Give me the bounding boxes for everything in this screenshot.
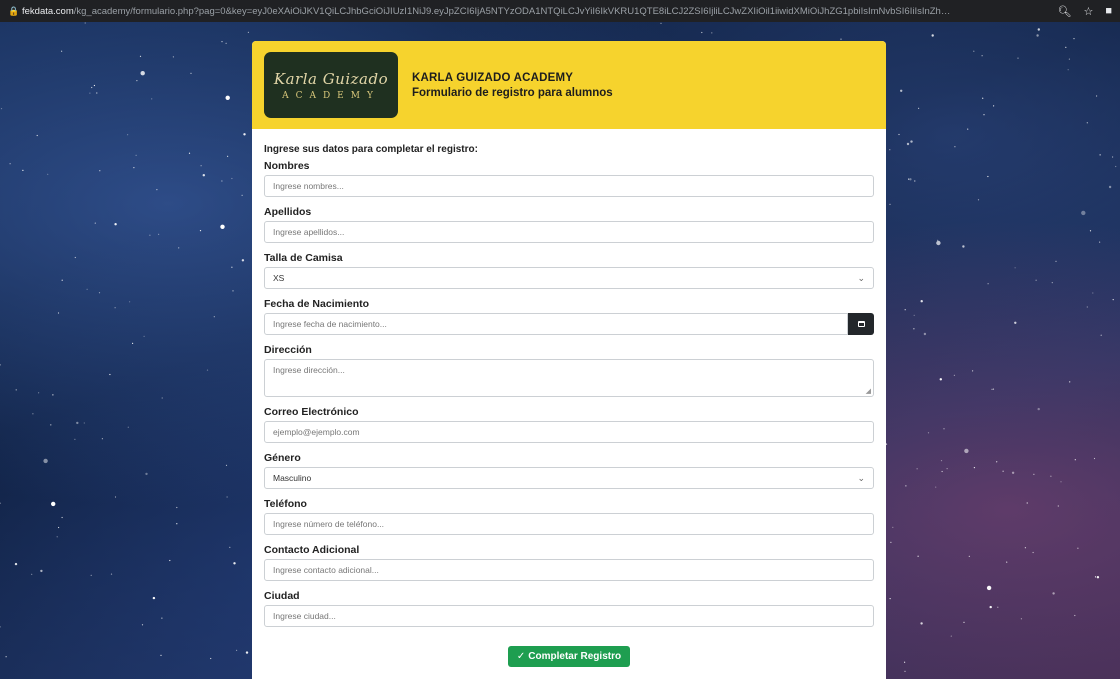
registration-form: Ingrese sus datos para completar el regi… <box>252 129 886 667</box>
direccion-placeholder: Ingrese dirección... <box>273 365 345 375</box>
telefono-input[interactable]: Ingrese número de teléfono... <box>264 513 874 535</box>
field-contacto: Contacto Adicional Ingrese contacto adic… <box>264 544 874 581</box>
fecha-input[interactable]: Ingrese fecha de nacimiento... <box>264 313 848 335</box>
telefono-label: Teléfono <box>264 498 307 510</box>
field-fecha: Fecha de Nacimiento Ingrese fecha de nac… <box>264 298 874 335</box>
academy-logo: Karla Guizado ACADEMY <box>264 52 398 118</box>
chevron-down-icon: ⌄ <box>857 272 865 283</box>
talla-selected-value: XS <box>273 273 285 283</box>
talla-label: Talla de Camisa <box>264 252 343 264</box>
nombres-input[interactable]: Ingrese nombres... <box>264 175 874 197</box>
field-apellidos: Apellidos Ingrese apellidos... <box>264 206 874 243</box>
academy-title: KARLA GUIZADO ACADEMY <box>412 71 574 84</box>
calendar-icon <box>857 321 865 327</box>
direccion-textarea[interactable]: Ingrese dirección... ◢ <box>264 359 874 397</box>
form-intro: Ingrese sus datos para completar el regi… <box>264 144 478 155</box>
field-genero: Género Masculino ⌄ <box>264 452 874 489</box>
field-correo: Correo Electrónico ejemplo@ejemplo.com <box>264 406 874 443</box>
submit-label: Completar Registro <box>528 651 622 662</box>
contacto-input[interactable]: Ingrese contacto adicional... <box>264 559 874 581</box>
url-path[interactable]: /kg_academy/formulario.php?pag=0&key=eyJ… <box>74 6 954 17</box>
contacto-label: Contacto Adicional <box>264 544 360 556</box>
genero-selected-value: Masculino <box>273 473 312 483</box>
calendar-button[interactable] <box>848 313 874 335</box>
star-icon[interactable]: ☆ <box>1083 5 1093 18</box>
chevron-down-icon: ⌄ <box>857 472 865 483</box>
search-icon[interactable]: 🔍︎ <box>1058 5 1072 18</box>
talla-select[interactable]: XS ⌄ <box>264 267 874 289</box>
lock-icon: 🔒 <box>8 5 20 16</box>
apellidos-input[interactable]: Ingrese apellidos... <box>264 221 874 243</box>
fecha-label: Fecha de Nacimiento <box>264 298 370 310</box>
ciudad-label: Ciudad <box>264 590 300 602</box>
direccion-label: Dirección <box>264 344 312 356</box>
side-panel-icon[interactable]: ■ <box>1105 5 1112 17</box>
logo-script-text: Karla Guizado <box>273 69 389 88</box>
correo-input[interactable]: ejemplo@ejemplo.com <box>264 421 874 443</box>
card-header: Karla Guizado ACADEMY KARLA GUIZADO ACAD… <box>252 41 886 129</box>
url-host[interactable]: fekdata.com <box>22 6 74 17</box>
field-direccion: Dirección Ingrese dirección... ◢ <box>264 344 874 397</box>
genero-label: Género <box>264 452 301 464</box>
check-icon: ✓ <box>516 651 526 662</box>
registration-card: Karla Guizado ACADEMY KARLA GUIZADO ACAD… <box>252 41 886 679</box>
field-ciudad: Ciudad Ingrese ciudad... <box>264 590 874 627</box>
genero-select[interactable]: Masculino ⌄ <box>264 467 874 489</box>
logo-sub-text: ACADEMY <box>282 90 380 101</box>
browser-address-bar[interactable]: 🔒 fekdata.com/kg_academy/formulario.php?… <box>0 0 1120 22</box>
apellidos-label: Apellidos <box>264 206 312 218</box>
field-telefono: Teléfono Ingrese número de teléfono... <box>264 498 874 535</box>
nombres-label: Nombres <box>264 160 310 172</box>
form-subtitle: Formulario de registro para alumnos <box>412 86 613 99</box>
correo-label: Correo Electrónico <box>264 406 359 418</box>
resize-grip-icon[interactable]: ◢ <box>866 387 871 395</box>
ciudad-input[interactable]: Ingrese ciudad... <box>264 605 874 627</box>
field-nombres: Nombres Ingrese nombres... <box>264 160 874 197</box>
submit-button[interactable]: ✓ Completar Registro <box>507 646 631 667</box>
field-talla: Talla de Camisa XS ⌄ <box>264 252 874 289</box>
